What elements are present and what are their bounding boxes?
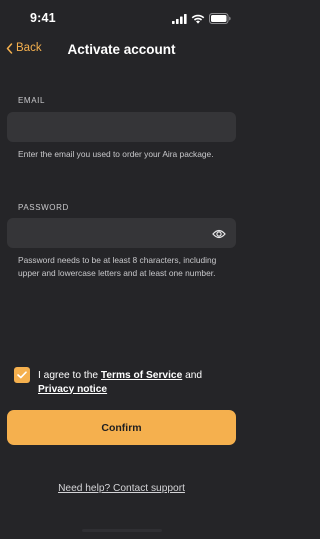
agreement-text: I agree to the Terms of Service and Priv… <box>38 369 228 396</box>
terms-checkbox[interactable] <box>14 367 30 383</box>
agreement-conjunction: and <box>185 370 203 381</box>
nav-bar: Back Activate account <box>0 38 243 64</box>
privacy-notice-link[interactable]: Privacy notice <box>38 384 107 395</box>
eye-icon[interactable] <box>212 227 226 239</box>
status-bar: 9:41 <box>0 0 243 34</box>
contact-support-link[interactable]: Need help? Contact support <box>0 483 243 494</box>
password-help-text: Password needs to be at least 8 characte… <box>18 255 217 278</box>
email-label: EMAIL <box>18 96 46 105</box>
confirm-button[interactable]: Confirm <box>7 410 236 445</box>
terms-of-service-link[interactable]: Terms of Service <box>101 370 182 381</box>
email-help-text: Enter the email you used to order your A… <box>18 149 214 159</box>
page-title: Activate account <box>67 42 176 57</box>
email-field[interactable] <box>7 112 236 142</box>
battery-icon <box>209 13 231 24</box>
activate-account-screen: 9:41 Back Activate account EMAIL Enter t… <box>0 0 243 539</box>
password-label: PASSWORD <box>18 203 69 212</box>
password-field[interactable] <box>7 218 236 248</box>
password-field-container <box>7 218 236 248</box>
status-time: 9:41 <box>30 11 56 25</box>
wifi-icon <box>191 14 205 24</box>
status-icons <box>172 13 231 24</box>
home-indicator <box>82 529 162 532</box>
agreement-prefix: I agree to the <box>38 370 99 381</box>
email-field-container <box>7 112 236 142</box>
signal-icon <box>172 13 187 24</box>
